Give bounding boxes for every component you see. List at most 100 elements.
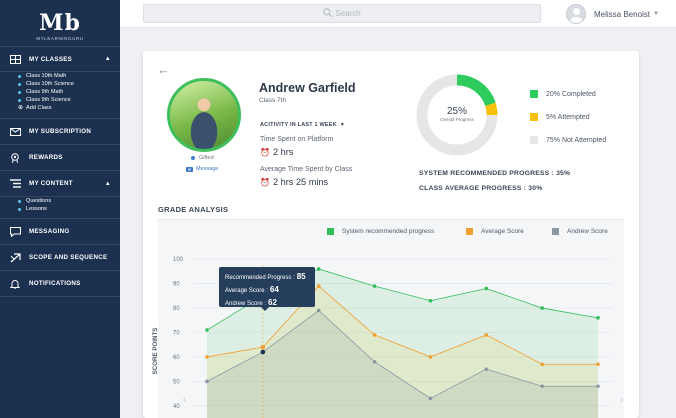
sidebar-item-label: MESSAGING bbox=[29, 228, 70, 235]
submenu-item-questions[interactable]: Questions bbox=[18, 197, 120, 205]
y-tick-label: 80 bbox=[173, 306, 180, 312]
submenu-item-class[interactable]: Class 9th Math bbox=[18, 88, 120, 96]
data-point[interactable] bbox=[596, 316, 600, 320]
top-bar: Search Melissa Benoist ▼ bbox=[120, 0, 676, 28]
submenu-item-label: Questions bbox=[26, 198, 52, 204]
data-point[interactable] bbox=[540, 362, 544, 367]
submenu-item-label: Class 9th Math bbox=[26, 89, 64, 95]
logo[interactable]: Mb MYLEARNINGURU bbox=[0, 0, 120, 46]
classes-submenu: Class 10th Math Class 10th Science Class… bbox=[0, 72, 120, 119]
sidebar-item-scope-and-sequence[interactable]: SCOPE AND SEQUENCE bbox=[0, 245, 120, 271]
sidebar-item-label: NOTIFICATIONS bbox=[29, 280, 81, 287]
search-icon bbox=[323, 8, 333, 19]
sidebar-item-notifications[interactable]: NOTIFICATIONS bbox=[0, 271, 120, 297]
tooltip-label: Andrew Score : bbox=[225, 301, 267, 307]
sidebar-item-label: REWARDS bbox=[29, 154, 63, 161]
bullet-icon bbox=[18, 82, 21, 86]
content-icon bbox=[9, 179, 21, 189]
data-point[interactable] bbox=[596, 384, 600, 389]
data-point[interactable] bbox=[372, 360, 377, 364]
data-point[interactable] bbox=[428, 298, 433, 303]
student-card: ← Gifted ✉ Message Andrew Garfield Class … bbox=[143, 51, 639, 418]
chart-prev-arrow-icon[interactable]: ‹ bbox=[183, 394, 186, 404]
tooltip-andrew: Andrew Score :62 bbox=[225, 297, 309, 310]
data-point[interactable] bbox=[205, 379, 209, 384]
data-point[interactable] bbox=[316, 267, 321, 271]
sidebar-item-subscription[interactable]: MY SUBSCRIPTION bbox=[0, 119, 120, 145]
data-point[interactable] bbox=[428, 396, 433, 401]
plus-circle-icon: ⊕ bbox=[18, 105, 24, 111]
y-tick-label: 70 bbox=[173, 331, 180, 337]
tooltip-recommended: Recommended Progress :85 bbox=[225, 271, 309, 284]
tooltip-value: 62 bbox=[268, 298, 277, 307]
sidebar-item-label: SCOPE AND SEQUENCE bbox=[29, 254, 108, 261]
tooltip-label: Average Score : bbox=[225, 288, 268, 294]
submenu-item-class[interactable]: Class 9th Science bbox=[18, 96, 120, 104]
y-tick-label: 40 bbox=[173, 404, 180, 410]
submenu-item-label: Class 10th Science bbox=[26, 81, 74, 87]
data-point[interactable] bbox=[316, 284, 321, 288]
y-tick-label: 50 bbox=[173, 379, 180, 385]
rewards-icon bbox=[9, 152, 21, 163]
add-class-button[interactable]: ⊕ Add Class bbox=[18, 104, 120, 112]
data-point[interactable] bbox=[372, 284, 377, 288]
data-point[interactable] bbox=[484, 367, 489, 371]
data-point[interactable] bbox=[372, 333, 377, 337]
chevron-up-icon: ▲ bbox=[104, 56, 111, 62]
submenu-item-class[interactable]: Class 10th Science bbox=[18, 80, 120, 88]
notifications-icon bbox=[9, 279, 21, 289]
tooltip-label: Recommended Progress : bbox=[225, 275, 295, 281]
sidebar-item-rewards[interactable]: REWARDS bbox=[0, 145, 120, 171]
sidebar-item-messaging[interactable]: MESSAGING bbox=[0, 219, 120, 245]
y-tick-label: 100 bbox=[173, 257, 184, 263]
logo-mark: Mb bbox=[39, 9, 81, 36]
submenu-item-class[interactable]: Class 10th Math bbox=[18, 72, 120, 80]
bullet-icon bbox=[18, 98, 21, 102]
sidebar-item-label: MY CONTENT bbox=[29, 180, 73, 187]
chevron-up-icon: ▲ bbox=[104, 180, 111, 187]
y-axis-label: SCORE POINTS bbox=[152, 328, 159, 375]
classes-icon bbox=[9, 54, 21, 64]
submenu-item-label: Class 10th Math bbox=[26, 73, 67, 79]
data-point[interactable] bbox=[428, 355, 433, 359]
sidebar-item-label: MY CLASSES bbox=[29, 55, 73, 63]
user-menu[interactable]: Melissa Benoist ▼ bbox=[566, 2, 659, 26]
data-point[interactable] bbox=[260, 344, 266, 350]
bullet-icon bbox=[18, 90, 21, 94]
sidebar: Mb MYLEARNINGURU MY CLASSES ▲ Class 10th… bbox=[0, 0, 120, 418]
sidebar-item-my-classes[interactable]: MY CLASSES ▲ bbox=[0, 46, 120, 72]
data-point[interactable] bbox=[596, 362, 600, 367]
user-name: Melissa Benoist bbox=[594, 9, 651, 19]
data-point[interactable] bbox=[205, 355, 209, 359]
data-point[interactable] bbox=[540, 306, 544, 310]
add-class-label: Add Class bbox=[26, 105, 52, 111]
data-point[interactable] bbox=[484, 333, 489, 337]
data-point[interactable] bbox=[260, 349, 266, 355]
scope-icon bbox=[9, 252, 21, 263]
data-point[interactable] bbox=[540, 384, 544, 389]
data-point[interactable] bbox=[205, 328, 209, 332]
y-tick-label: 90 bbox=[173, 282, 180, 288]
subscription-icon bbox=[9, 127, 21, 137]
data-point[interactable] bbox=[484, 286, 489, 291]
bullet-icon bbox=[18, 74, 21, 78]
avatar bbox=[566, 4, 586, 24]
data-point[interactable] bbox=[316, 308, 321, 313]
submenu-item-lessons[interactable]: Lessons bbox=[18, 205, 120, 213]
tooltip-average: Average Score :64 bbox=[225, 284, 309, 297]
chart-next-arrow-icon[interactable]: › bbox=[620, 394, 623, 404]
bullet-icon bbox=[18, 199, 21, 203]
content-submenu: Questions Lessons bbox=[0, 197, 120, 219]
messaging-icon bbox=[9, 226, 21, 237]
submenu-item-label: Lessons bbox=[26, 206, 47, 212]
logo-text: MYLEARNINGURU bbox=[36, 35, 84, 41]
chart-tooltip: Recommended Progress :85 Average Score :… bbox=[219, 267, 315, 311]
tooltip-value: 64 bbox=[269, 285, 279, 294]
grade-analysis-chart: 40 50 60 70 80 90 100 SCORE POINTS bbox=[152, 257, 612, 418]
bullet-icon bbox=[18, 207, 21, 211]
sidebar-item-label: MY SUBSCRIPTION bbox=[29, 128, 92, 135]
search-input[interactable]: Search bbox=[143, 4, 541, 23]
sidebar-item-my-content[interactable]: MY CONTENT ▲ bbox=[0, 171, 120, 197]
submenu-item-label: Class 9th Science bbox=[26, 97, 71, 103]
chevron-down-icon: ▼ bbox=[653, 11, 659, 17]
